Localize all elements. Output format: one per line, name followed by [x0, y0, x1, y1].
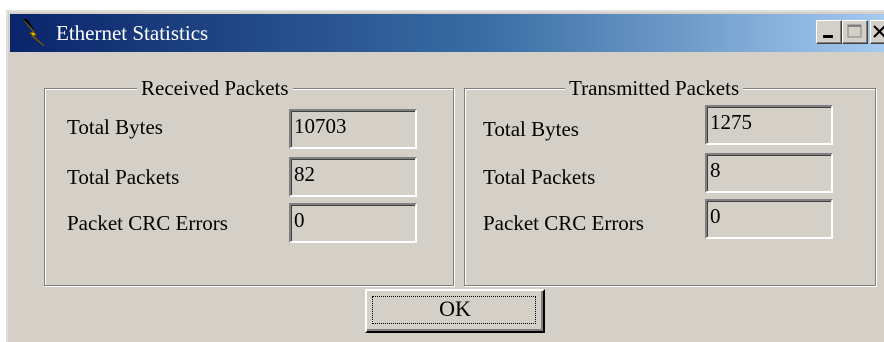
transmitted-packets-group: Transmitted Packets Total Bytes 1275 Tot… — [464, 75, 876, 286]
transmitted-total-packets-field: 8 — [705, 153, 833, 193]
maximize-icon — [847, 24, 862, 38]
ok-button-label: OK — [439, 296, 471, 321]
received-total-packets-label: Total Packets — [67, 165, 180, 189]
minimize-button[interactable] — [816, 20, 842, 44]
transmitted-total-packets-label: Total Packets — [483, 165, 596, 189]
lightning-bolt-icon — [20, 18, 48, 48]
transmitted-crc-errors-label: Packet CRC Errors — [483, 211, 644, 235]
ok-button[interactable]: OK — [365, 289, 545, 333]
received-packets-legend: Received Packets — [137, 75, 293, 101]
received-crc-errors-label: Packet CRC Errors — [67, 211, 228, 235]
received-crc-errors-field: 0 — [289, 203, 417, 243]
received-packets-group: Received Packets Total Bytes 10703 Total… — [44, 75, 454, 286]
received-total-bytes-field: 10703 — [289, 109, 417, 149]
title-bar[interactable]: Ethernet Statistics — [10, 14, 884, 52]
transmitted-crc-errors-field: 0 — [705, 199, 833, 239]
maximize-button[interactable] — [842, 20, 868, 44]
close-button[interactable] — [870, 20, 884, 44]
minimize-icon — [823, 35, 833, 38]
window-title: Ethernet Statistics — [56, 21, 209, 45]
ethernet-statistics-window: Ethernet Statistics Received Packets Tot… — [6, 10, 884, 342]
received-total-bytes-label: Total Bytes — [67, 115, 163, 139]
transmitted-total-bytes-field: 1275 — [705, 105, 833, 145]
received-total-packets-field: 82 — [289, 157, 417, 197]
transmitted-total-bytes-label: Total Bytes — [483, 117, 579, 141]
transmitted-packets-legend: Transmitted Packets — [565, 75, 744, 101]
close-icon — [873, 25, 884, 38]
